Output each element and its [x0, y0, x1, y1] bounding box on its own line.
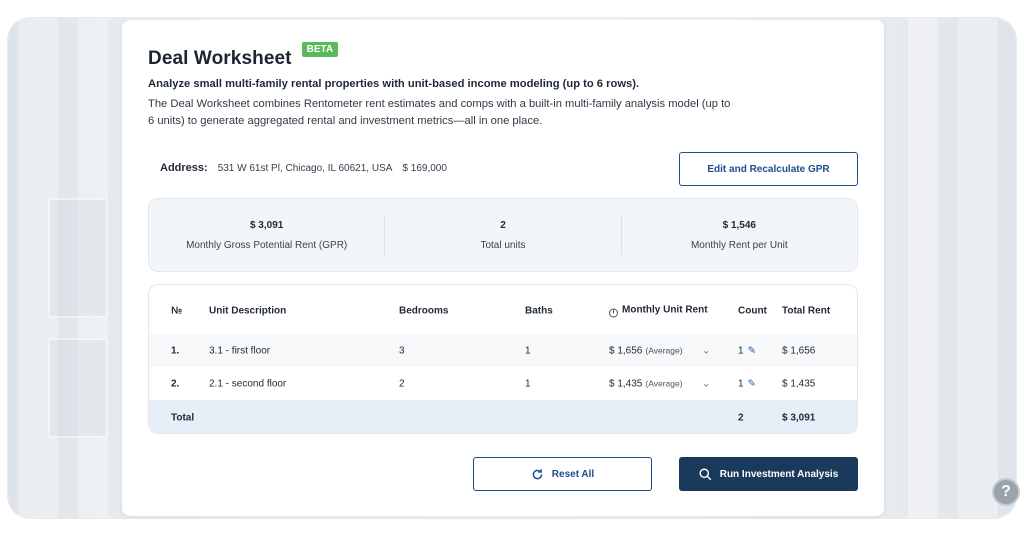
- bedrooms-value: 2: [399, 378, 405, 389]
- stat-value: 2: [500, 219, 506, 231]
- bedrooms-value: 3: [399, 345, 405, 356]
- total-rent-sum: $ 3,091: [782, 412, 816, 423]
- backdrop-window: [48, 198, 108, 318]
- count-value: 1 ✎: [738, 378, 756, 389]
- col-count-header: Count: [738, 305, 767, 316]
- page-title: Deal Worksheet: [148, 48, 292, 69]
- edit-recalculate-gpr-button[interactable]: Edit and Recalculate GPR: [679, 152, 858, 186]
- property-price: $ 169,000: [402, 163, 447, 174]
- count-value: 1 ✎: [738, 345, 756, 356]
- intro-description: The Deal Worksheet combines Rentometer r…: [148, 98, 731, 127]
- table-header: № Unit Description Bedrooms Baths i Month…: [149, 294, 857, 327]
- summary-stats-panel: $ 3,091 Monthly Gross Potential Rent (GP…: [148, 198, 858, 272]
- col-description-header: Unit Description: [209, 305, 287, 316]
- col-baths-header: Baths: [525, 305, 553, 316]
- table-total-row: Total 2 $ 3,091: [149, 400, 857, 433]
- col-monthly-rent-header: i Monthly Unit Rent: [609, 304, 708, 317]
- table-row: 2. 2.1 - second floor 2 1 $ 1,435 (Averag…: [149, 367, 857, 400]
- total-rent-value: $ 1,656: [782, 345, 816, 356]
- total-label: Total: [171, 412, 195, 423]
- stat-value: $ 1,546: [722, 219, 756, 231]
- stat-label: Monthly Gross Potential Rent (GPR): [186, 239, 348, 251]
- address-label: Address:: [160, 162, 208, 174]
- col-number-header: №: [171, 305, 183, 316]
- help-icon[interactable]: ?: [992, 478, 1020, 506]
- stat-gpr: $ 3,091 Monthly Gross Potential Rent (GP…: [149, 220, 384, 251]
- reset-all-label: Reset All: [551, 468, 595, 480]
- backdrop-column: [958, 18, 998, 518]
- count-number: 1: [738, 378, 744, 389]
- baths-value: 1: [525, 345, 531, 356]
- stat-label: Monthly Rent per Unit: [690, 239, 788, 251]
- address-value: 531 W 61st Pl, Chicago, IL 60621, USA: [217, 163, 393, 174]
- rent-note: (Average): [645, 378, 683, 388]
- table-row: 1. 3.1 - first floor 3 1 $ 1,656 (Average…: [149, 334, 857, 367]
- stat-value: $ 3,091: [249, 219, 284, 231]
- baths-value: 1: [525, 378, 531, 389]
- row-number: 1.: [171, 345, 180, 356]
- stat-label: Total units: [480, 239, 526, 251]
- monthly-rent-value: $ 1,435 (Average): [609, 378, 683, 389]
- count-number: 1: [738, 345, 744, 356]
- run-investment-analysis-button[interactable]: Run Investment Analysis: [679, 457, 858, 491]
- unit-description: 2.1 - second floor: [209, 378, 287, 389]
- deal-worksheet-card: Deal Worksheet BETA Analyze small multi-…: [122, 20, 884, 516]
- rent-amount: $ 1,656: [609, 345, 643, 356]
- col-total-rent-header: Total Rent: [782, 305, 831, 316]
- refresh-icon: [532, 468, 543, 479]
- info-icon[interactable]: i: [609, 308, 618, 317]
- col-monthly-rent-label: Monthly Unit Rent: [622, 304, 708, 315]
- run-analysis-label: Run Investment Analysis: [719, 468, 839, 480]
- monthly-rent-value: $ 1,656 (Average): [609, 345, 683, 356]
- unit-description: 3.1 - first floor: [209, 345, 271, 356]
- units-table: № Unit Description Bedrooms Baths i Month…: [148, 284, 858, 434]
- intro-summary: Analyze small multi-family rental proper…: [148, 78, 640, 90]
- address-line: Address: 531 W 61st Pl, Chicago, IL 6062…: [160, 162, 447, 174]
- reset-all-button[interactable]: Reset All: [473, 457, 652, 491]
- rent-note: (Average): [645, 345, 683, 355]
- chevron-down-icon[interactable]: ⌄: [702, 378, 710, 389]
- backdrop-window: [48, 338, 108, 438]
- chevron-down-icon[interactable]: ⌄: [702, 345, 710, 356]
- pencil-icon[interactable]: ✎: [748, 378, 756, 389]
- stat-total-units: 2 Total units: [385, 220, 620, 251]
- title-row: Deal Worksheet BETA: [148, 42, 339, 70]
- rent-amount: $ 1,435: [609, 378, 643, 389]
- stat-rent-per-unit: $ 1,546 Monthly Rent per Unit: [622, 220, 857, 251]
- backdrop-column: [908, 18, 938, 518]
- search-icon: [699, 467, 712, 480]
- beta-badge: BETA: [301, 42, 339, 57]
- row-number: 2.: [171, 378, 180, 389]
- total-count: 2: [738, 412, 744, 423]
- pencil-icon[interactable]: ✎: [748, 345, 756, 356]
- col-bedrooms-header: Bedrooms: [399, 305, 449, 316]
- total-rent-value: $ 1,435: [782, 378, 816, 389]
